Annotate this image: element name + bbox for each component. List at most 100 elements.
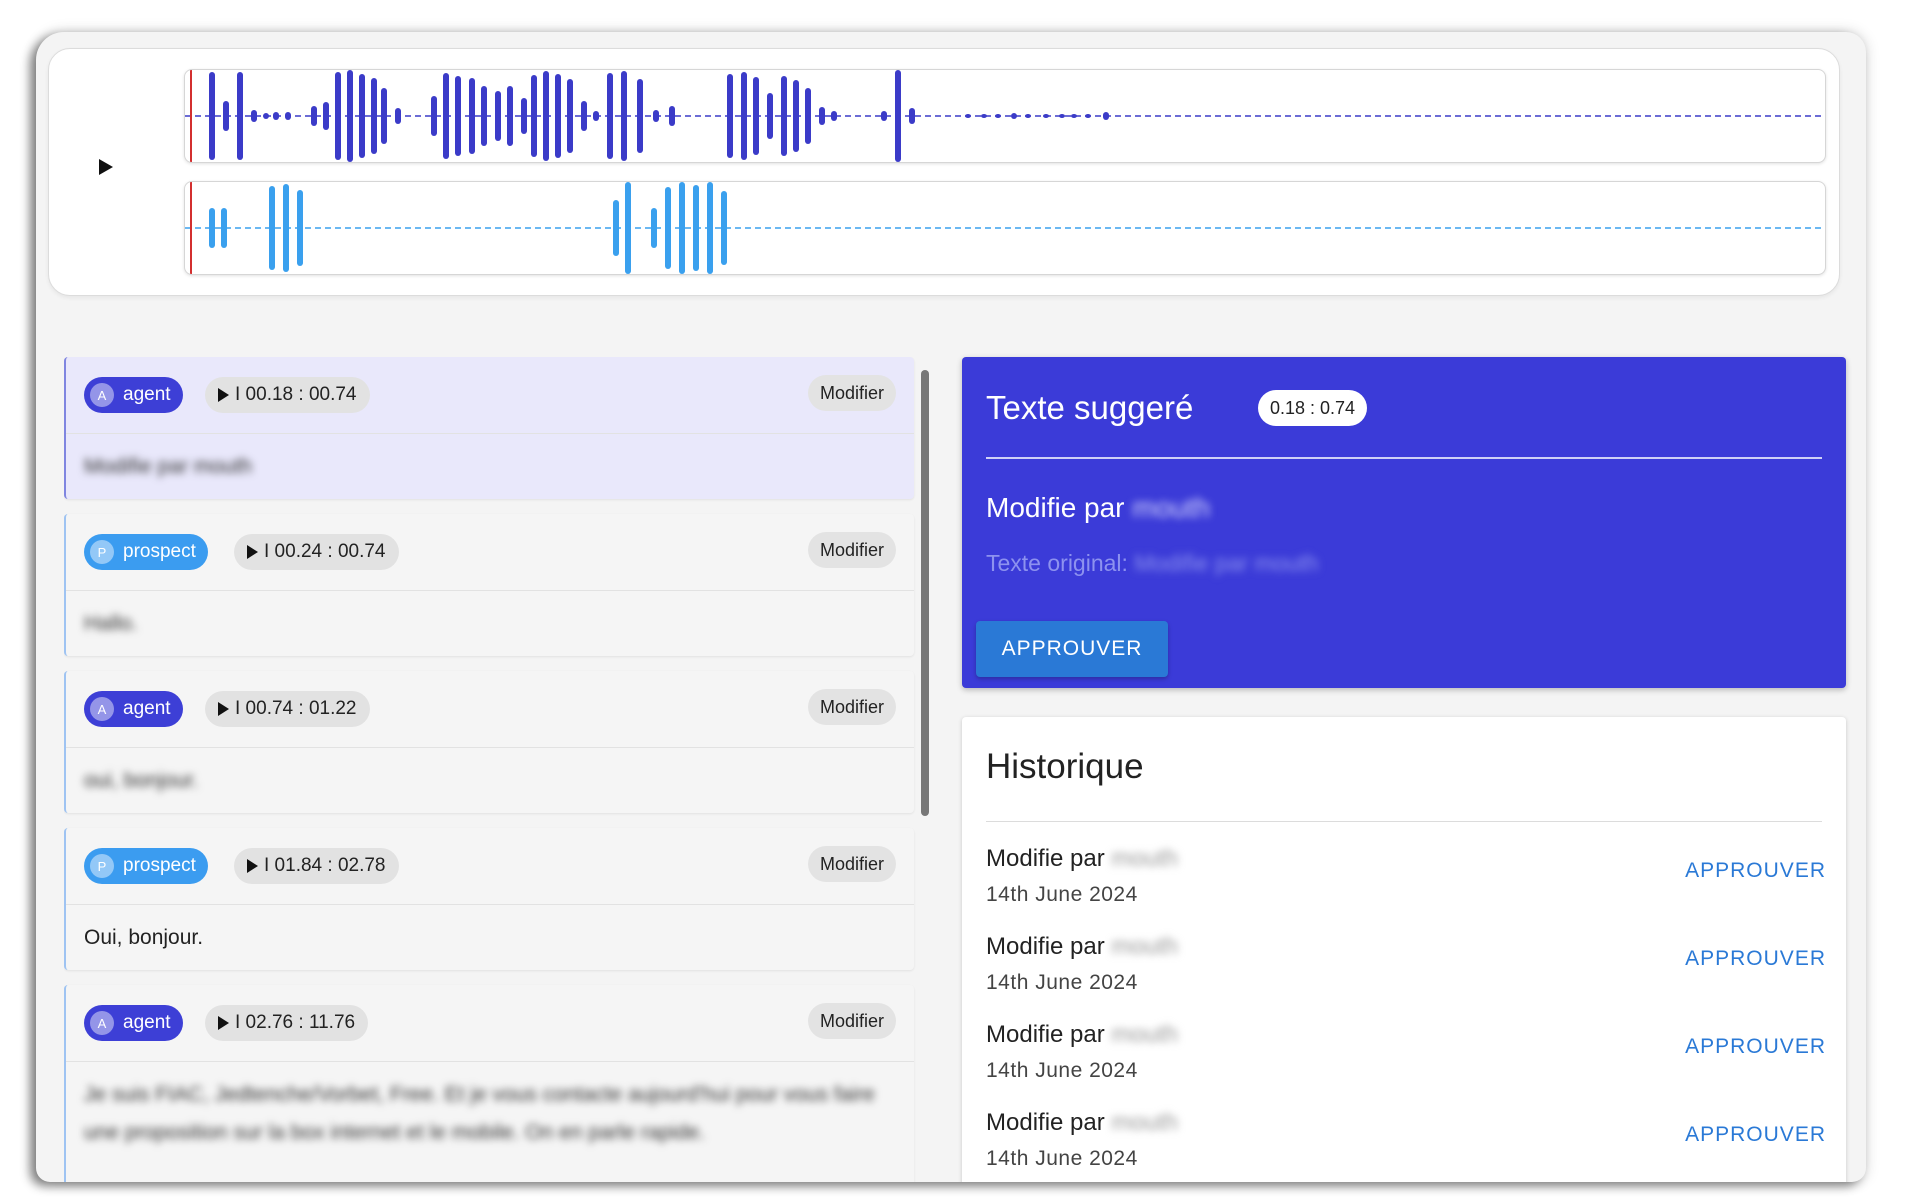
play-icon[interactable] <box>218 1016 229 1030</box>
waveform-bar <box>431 96 437 136</box>
history-item: Modifie par mouth 14th June 2024 APPROUV… <box>986 933 1826 1013</box>
history-approve-button[interactable]: APPROUVER <box>1685 1123 1826 1147</box>
waveform-bar <box>965 114 971 118</box>
modified-by: Modifie par mouth <box>986 492 1210 524</box>
transcript-segment[interactable]: P prospect I 00.24 : 00.74 Modifier Hall… <box>64 514 914 656</box>
approve-button[interactable]: APPROUVER <box>976 621 1168 677</box>
waveform-bar <box>251 110 257 122</box>
waveform-bar <box>455 76 461 156</box>
play-icon[interactable] <box>218 388 229 402</box>
waveform-bar <box>693 185 699 271</box>
modify-button[interactable]: Modifier <box>807 1003 896 1039</box>
waveform-bar <box>721 191 727 265</box>
segment-header: P prospect I 00.24 : 00.74 Modifier <box>66 514 914 591</box>
waveform-bar <box>567 79 573 153</box>
role-label: prospect <box>123 541 196 562</box>
segment-time-chip[interactable]: I 01.84 : 02.78 <box>234 848 399 884</box>
segment-time-chip[interactable]: I 02.76 : 11.76 <box>205 1005 369 1041</box>
avatar: A <box>90 383 114 407</box>
history-label: Modifie par <box>986 845 1105 872</box>
history-author: Modifie par mouth <box>986 933 1178 961</box>
segment-text: Oui, bonjour. <box>84 926 204 949</box>
role-label: agent <box>123 384 171 405</box>
transcript-segment[interactable]: A agent I 00.18 : 00.74 Modifier Modifie… <box>64 357 914 499</box>
waveform-bar <box>707 182 713 274</box>
waveform-bar <box>741 72 747 160</box>
avatar: A <box>90 697 114 721</box>
waveform-bar <box>237 72 243 160</box>
avatar: P <box>90 854 114 878</box>
agent-waveform-track[interactable] <box>184 69 1826 163</box>
waveform-bar <box>669 106 675 126</box>
modify-button[interactable]: Modifier <box>807 689 896 725</box>
segment-header: P prospect I 01.84 : 02.78 Modifier <box>66 828 914 905</box>
waveform-bar <box>767 93 773 139</box>
suggested-title: Texte suggeré <box>986 389 1194 426</box>
waveform-bar <box>209 208 215 248</box>
play-icon[interactable] <box>247 859 258 873</box>
waveform-bar <box>223 101 229 131</box>
agent-waveform[interactable] <box>185 70 1825 162</box>
history-name: mouth <box>1111 845 1179 872</box>
modify-button[interactable]: Modifier <box>807 532 896 568</box>
prospect-waveform[interactable] <box>185 182 1825 274</box>
segment-time-chip[interactable]: I 00.24 : 00.74 <box>234 534 399 570</box>
range-badge: 0.18 : 0.74 <box>1258 390 1368 426</box>
waveform-bar <box>347 70 353 162</box>
history-approve-button[interactable]: APPROUVER <box>1685 859 1826 883</box>
waveform-bar <box>781 76 787 156</box>
transcript-segment[interactable]: A agent I 02.76 : 11.76 Modifier Je suis… <box>64 985 914 1182</box>
history-label: Modifie par <box>986 1109 1105 1136</box>
play-icon[interactable] <box>218 702 229 716</box>
waveform-bar <box>285 112 291 120</box>
waveform-bar <box>637 79 643 153</box>
waveform-bar <box>651 208 657 248</box>
waveform-bar <box>269 186 275 270</box>
transcript-scrollbar[interactable] <box>921 370 929 816</box>
history-label: Modifie par <box>986 933 1105 960</box>
history-label: Modifie par <box>986 1021 1105 1048</box>
history-panel: Historique Modifie par mouth 14th June 2… <box>962 717 1846 1182</box>
waveform-bar <box>881 111 887 121</box>
waveform-bar <box>593 111 599 121</box>
waveform-bar <box>481 86 487 146</box>
transcript-list[interactable]: A agent I 00.18 : 00.74 Modifier Modifie… <box>64 357 930 1182</box>
waveform-bar <box>335 72 341 160</box>
modify-button[interactable]: Modifier <box>807 846 896 882</box>
waveform-bar <box>381 88 387 144</box>
waveform-bar <box>273 112 279 120</box>
waveform-bar <box>653 110 659 122</box>
segment-text: oui, bonjour. <box>84 769 199 792</box>
waveform-bar <box>981 114 987 118</box>
role-chip-prospect: P prospect <box>84 848 208 884</box>
transcript-segment[interactable]: P prospect I 01.84 : 02.78 Modifier Oui,… <box>64 828 914 970</box>
history-approve-button[interactable]: APPROUVER <box>1685 1035 1826 1059</box>
waveform-bar <box>359 74 365 158</box>
segment-time-chip[interactable]: I 00.74 : 01.22 <box>205 691 370 727</box>
original-value: Modifie par mouth <box>1134 550 1319 576</box>
segment-text: Hallo. <box>84 612 138 635</box>
waveform-bar <box>995 114 1001 118</box>
waveform-bar <box>679 182 685 274</box>
history-approve-button[interactable]: APPROUVER <box>1685 947 1826 971</box>
waveform-bar <box>469 78 475 154</box>
history-name: mouth <box>1111 1021 1179 1048</box>
prospect-waveform-track[interactable] <box>184 181 1826 275</box>
play-icon[interactable] <box>247 545 258 559</box>
role-chip-prospect: P prospect <box>84 534 208 570</box>
waveform-bar <box>753 77 759 155</box>
play-icon[interactable] <box>99 159 113 175</box>
segment-header: A agent I 00.18 : 00.74 Modifier <box>66 357 914 434</box>
waveform-bar <box>1103 112 1109 120</box>
history-item: Modifie par mouth 14th June 2024 APPROUV… <box>986 1109 1826 1182</box>
suggested-text-panel: Texte suggeré 0.18 : 0.74 Modifie par mo… <box>962 357 1846 688</box>
modified-by-name: mouth <box>1132 492 1211 523</box>
modify-button[interactable]: Modifier <box>807 375 896 411</box>
waveform-bar <box>727 74 733 158</box>
waveform-bar <box>1025 114 1031 118</box>
waveform-bar <box>283 184 289 272</box>
waveform-bar <box>895 70 901 162</box>
app-window: A agent I 00.18 : 00.74 Modifier Modifie… <box>36 32 1866 1182</box>
segment-time-chip[interactable]: I 00.18 : 00.74 <box>205 377 370 413</box>
transcript-segment[interactable]: A agent I 00.74 : 01.22 Modifier oui, bo… <box>64 671 914 813</box>
